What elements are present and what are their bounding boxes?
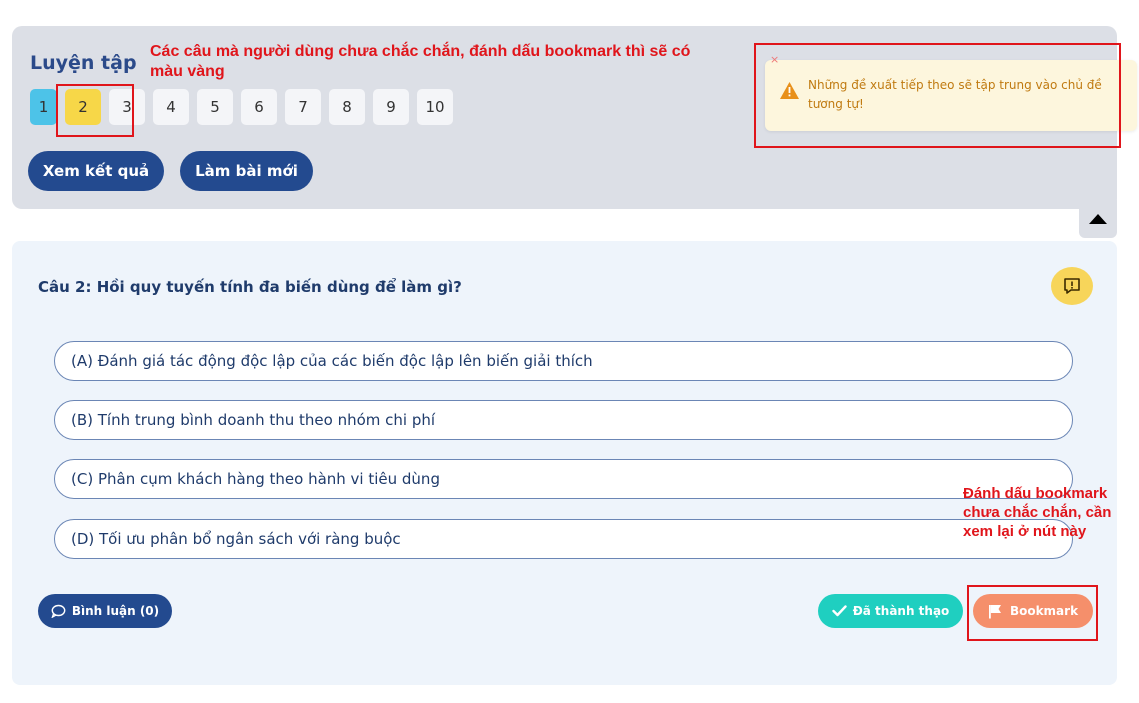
highlight-box-question-2: [56, 84, 134, 137]
collapse-panel-button[interactable]: [1079, 200, 1117, 238]
question-number-6[interactable]: 6: [241, 89, 277, 125]
answer-option-c[interactable]: (C) Phân cụm khách hàng theo hành vi tiê…: [54, 459, 1073, 499]
question-number-1[interactable]: 1: [30, 89, 57, 125]
question-text: Câu 2: Hồi quy tuyến tính đa biến dùng đ…: [38, 278, 462, 296]
question-number-8[interactable]: 8: [329, 89, 365, 125]
report-question-button[interactable]: [1051, 267, 1093, 305]
answer-option-d[interactable]: (D) Tối ưu phân bổ ngân sách với ràng bu…: [54, 519, 1073, 559]
question-number-5[interactable]: 5: [197, 89, 233, 125]
question-number-7[interactable]: 7: [285, 89, 321, 125]
answer-option-b[interactable]: (B) Tính trung bình doanh thu theo nhóm …: [54, 400, 1073, 440]
practice-title: Luyện tập: [30, 52, 137, 74]
check-icon: [832, 605, 847, 617]
answer-option-a[interactable]: (A) Đánh giá tác động độc lập của các bi…: [54, 341, 1073, 381]
mastered-label: Đã thành thạo: [852, 604, 950, 618]
comment-icon: [51, 604, 66, 618]
caret-up-icon: [1089, 214, 1107, 224]
message-alert-icon: [1064, 278, 1080, 294]
annotation-bookmark-button: Đánh dấu bookmark chưa chắc chắn, cần xe…: [963, 485, 1112, 540]
question-number-4[interactable]: 4: [153, 89, 189, 125]
annotation-bookmark-color: Các câu mà người dùng chưa chắc chắn, đá…: [150, 43, 691, 80]
new-test-button[interactable]: Làm bài mới: [180, 151, 313, 191]
highlight-box-toast: [754, 43, 1121, 148]
question-number-10[interactable]: 10: [417, 89, 453, 125]
view-results-button[interactable]: Xem kết quả: [28, 151, 164, 191]
question-number-9[interactable]: 9: [373, 89, 409, 125]
mastered-button[interactable]: Đã thành thạo: [818, 594, 963, 628]
comment-label: Bình luận (0): [71, 604, 160, 618]
comment-button[interactable]: Bình luận (0): [38, 594, 172, 628]
highlight-box-bookmark: [967, 585, 1098, 641]
